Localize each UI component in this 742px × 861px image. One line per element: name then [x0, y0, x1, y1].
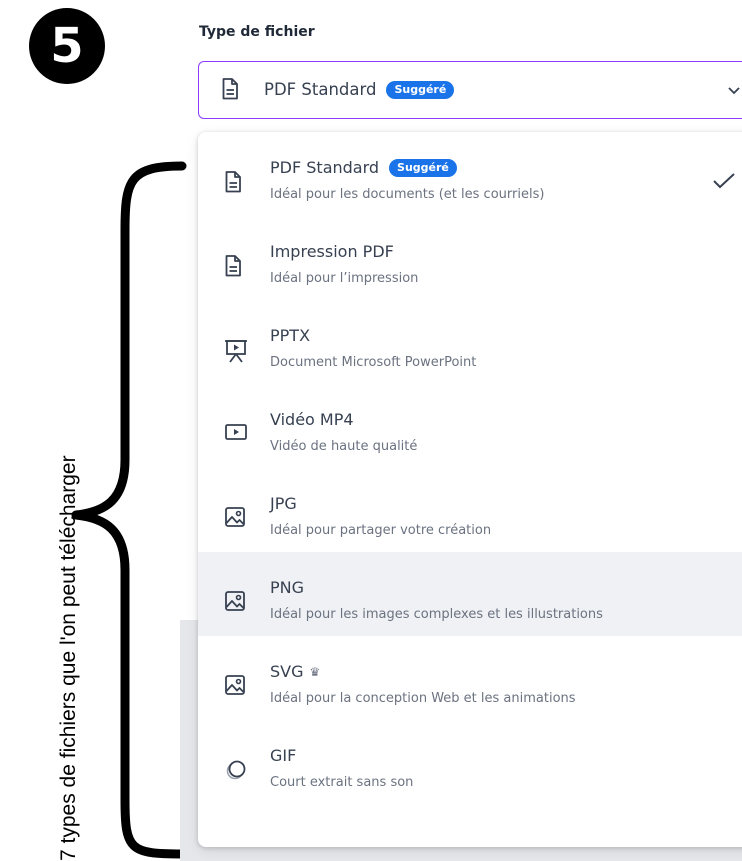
suggested-badge: Suggéré: [389, 159, 457, 177]
option-description: Vidéo de haute qualité: [270, 439, 418, 454]
crown-icon: ♛: [309, 665, 321, 679]
option-video-mp4[interactable]: Vidéo MP4 Vidéo de haute qualité: [198, 384, 742, 468]
chevron-down-icon: [727, 80, 741, 99]
option-title: PNG: [270, 578, 305, 597]
file-type-menu: PDF Standard Suggéré Idéal pour les docum…: [198, 132, 742, 847]
file-type-label: Type de fichier: [199, 24, 315, 40]
option-title: JPG: [270, 494, 297, 513]
option-description: Idéal pour la conception Web et les anim…: [270, 691, 576, 706]
option-svg[interactable]: SVG ♛ Idéal pour la conception Web et les…: [198, 636, 742, 720]
option-pdf-standard[interactable]: PDF Standard Suggéré Idéal pour les docum…: [198, 132, 742, 216]
file-type-select[interactable]: PDF Standard Suggéré: [198, 61, 742, 119]
option-gif[interactable]: GIF Court extrait sans son: [198, 720, 742, 804]
option-title-text: SVG: [270, 662, 304, 681]
option-description: Idéal pour les images complexes et les i…: [270, 607, 603, 622]
option-title: Vidéo MP4: [270, 410, 354, 429]
option-title: PDF Standard Suggéré: [270, 158, 457, 177]
video-icon: [224, 422, 247, 444]
option-pptx[interactable]: PPTX Document Microsoft PowerPoint: [198, 300, 742, 384]
option-description: Idéal pour l’impression: [270, 271, 419, 286]
image-icon: [224, 674, 246, 696]
document-icon: [224, 170, 246, 193]
suggested-badge: Suggéré: [386, 81, 455, 99]
option-title: SVG ♛: [270, 662, 320, 681]
check-icon: [712, 172, 736, 194]
option-jpg[interactable]: JPG Idéal pour partager votre création: [198, 468, 742, 552]
selected-file-type: PDF Standard Suggéré: [264, 80, 455, 99]
document-icon: [224, 254, 246, 277]
option-description: Document Microsoft PowerPoint: [270, 355, 477, 370]
document-icon: [221, 77, 239, 105]
presentation-icon: [224, 338, 247, 363]
option-description: Idéal pour les documents (et les courrie…: [270, 187, 545, 202]
image-icon: [224, 506, 246, 528]
option-impression-pdf[interactable]: Impression PDF Idéal pour l’impression: [198, 216, 742, 300]
image-icon: [224, 590, 246, 612]
option-title: Impression PDF: [270, 242, 394, 261]
option-title: PPTX: [270, 326, 311, 345]
selected-file-type-label: PDF Standard: [264, 80, 377, 99]
option-title-text: PDF Standard: [270, 158, 380, 177]
option-title: GIF: [270, 746, 297, 765]
step-number-badge: 5: [29, 8, 105, 84]
curly-brace-annotation: [71, 161, 187, 859]
option-description: Court extrait sans son: [270, 775, 414, 790]
option-description: Idéal pour partager votre création: [270, 523, 492, 538]
option-png[interactable]: PNG Idéal pour les images complexes et l…: [198, 552, 742, 636]
gif-icon: [224, 758, 246, 780]
